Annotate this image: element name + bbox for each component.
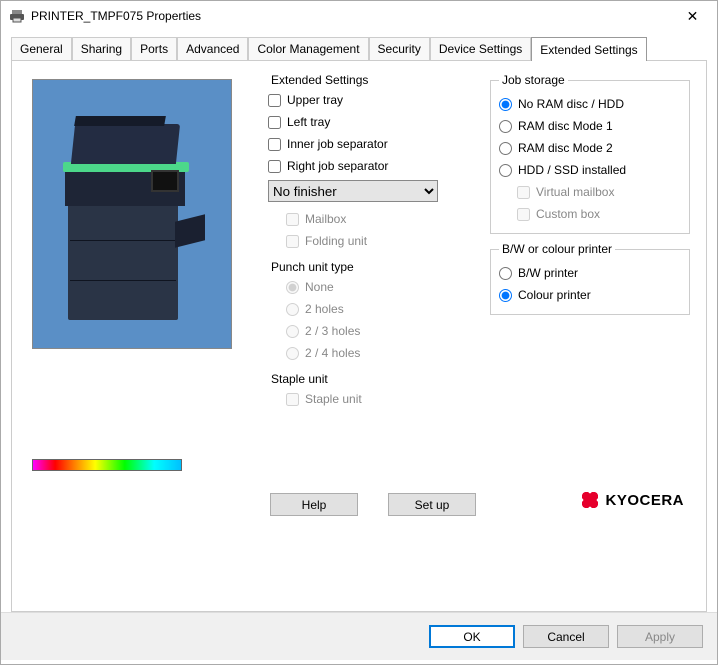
- tab-label: Sharing: [81, 42, 122, 56]
- tab-general[interactable]: General: [11, 37, 72, 60]
- kyocera-mark-icon: [581, 491, 599, 509]
- group-legend: Extended Settings: [268, 73, 371, 87]
- tab-extended-settings[interactable]: Extended Settings: [531, 37, 646, 61]
- label-staple-unit: Staple unit: [305, 392, 362, 406]
- checkbox-folding-unit: [286, 235, 299, 248]
- tab-color-management[interactable]: Color Management: [248, 37, 368, 60]
- group-extended-settings: Extended Settings Upper tray Left tray I…: [268, 73, 484, 256]
- finisher-select[interactable]: No finisher: [268, 180, 438, 202]
- label-left-tray: Left tray: [287, 115, 330, 129]
- titlebar: PRINTER_TMPF075 Properties ✕: [1, 1, 717, 31]
- window-title: PRINTER_TMPF075 Properties: [31, 9, 670, 23]
- checkbox-inner-separator[interactable]: [268, 138, 281, 151]
- button-label: Cancel: [547, 630, 584, 644]
- label-job-hdd: HDD / SSD installed: [518, 163, 626, 177]
- ok-button[interactable]: OK: [429, 625, 515, 648]
- properties-dialog: PRINTER_TMPF075 Properties ✕ General Sha…: [0, 0, 718, 665]
- radio-punch-24: [286, 347, 299, 360]
- group-staple-unit: Staple unit Staple unit: [268, 372, 484, 414]
- group-bw-colour: B/W or colour printer B/W printer Colour…: [490, 242, 690, 315]
- radio-punch-none: [286, 281, 299, 294]
- label-job-ram1: RAM disc Mode 1: [518, 119, 613, 133]
- close-icon: ✕: [687, 8, 699, 25]
- checkbox-virtual-mailbox: [517, 186, 530, 199]
- label-custom-box: Custom box: [536, 207, 600, 221]
- checkbox-upper-tray[interactable]: [268, 94, 281, 107]
- dialog-footer: OK Cancel Apply: [1, 612, 717, 660]
- radio-punch-2: [286, 303, 299, 316]
- label-right-separator: Right job separator: [287, 159, 388, 173]
- tabstrip-container: General Sharing Ports Advanced Color Man…: [1, 31, 717, 612]
- cancel-button[interactable]: Cancel: [523, 625, 609, 648]
- label-inner-separator: Inner job separator: [287, 137, 388, 151]
- tab-label: Color Management: [257, 42, 359, 56]
- apply-button[interactable]: Apply: [617, 625, 703, 648]
- label-punch-none: None: [305, 280, 334, 294]
- tab-label: Advanced: [186, 42, 239, 56]
- tab-label: Security: [378, 42, 421, 56]
- checkbox-left-tray[interactable]: [268, 116, 281, 129]
- group-legend: Job storage: [499, 73, 568, 87]
- radio-job-ram2[interactable]: [499, 142, 512, 155]
- label-punch-2: 2 holes: [305, 302, 344, 316]
- panel-buttons: Help Set up: [270, 493, 476, 516]
- label-upper-tray: Upper tray: [287, 93, 343, 107]
- label-folding-unit: Folding unit: [305, 234, 367, 248]
- tab-device-settings[interactable]: Device Settings: [430, 37, 531, 60]
- label-colour-printer: Colour printer: [518, 288, 591, 302]
- label-punch-24: 2 / 4 holes: [305, 346, 360, 360]
- tab-label: General: [20, 42, 63, 56]
- tab-sharing[interactable]: Sharing: [72, 37, 131, 60]
- button-label: Set up: [415, 498, 450, 512]
- group-legend: B/W or colour printer: [499, 242, 615, 256]
- radio-job-hdd[interactable]: [499, 164, 512, 177]
- radio-colour-printer[interactable]: [499, 289, 512, 302]
- brand-logo: KYOCERA: [581, 491, 684, 509]
- radio-job-none[interactable]: [499, 98, 512, 111]
- group-punch-unit: Punch unit type None 2 holes 2 / 3 holes…: [268, 260, 484, 368]
- close-button[interactable]: ✕: [670, 2, 715, 30]
- settings-column-1: Extended Settings Upper tray Left tray I…: [268, 73, 484, 418]
- group-legend: Punch unit type: [268, 260, 357, 274]
- setup-button[interactable]: Set up: [388, 493, 476, 516]
- button-label: Help: [302, 498, 327, 512]
- checkbox-right-separator[interactable]: [268, 160, 281, 173]
- label-mailbox: Mailbox: [305, 212, 346, 226]
- tab-label: Extended Settings: [540, 43, 637, 57]
- checkbox-staple-unit: [286, 393, 299, 406]
- label-virtual-mailbox: Virtual mailbox: [536, 185, 614, 199]
- printer-icon: [9, 8, 25, 24]
- preview-column: [32, 79, 252, 471]
- color-gradient-bar: [32, 459, 182, 471]
- tab-label: Ports: [140, 42, 168, 56]
- checkbox-custom-box: [517, 208, 530, 221]
- tab-label: Device Settings: [439, 42, 522, 56]
- radio-bw-printer[interactable]: [499, 267, 512, 280]
- printer-preview: [32, 79, 232, 349]
- brand-text: KYOCERA: [605, 492, 684, 509]
- group-legend: Staple unit: [268, 372, 331, 386]
- tab-security[interactable]: Security: [369, 37, 430, 60]
- label-bw-printer: B/W printer: [518, 266, 578, 280]
- label-job-none: No RAM disc / HDD: [518, 97, 624, 111]
- button-label: Apply: [645, 630, 675, 644]
- label-job-ram2: RAM disc Mode 2: [518, 141, 613, 155]
- radio-job-ram1[interactable]: [499, 120, 512, 133]
- tab-ports[interactable]: Ports: [131, 37, 177, 60]
- radio-punch-23: [286, 325, 299, 338]
- group-job-storage: Job storage No RAM disc / HDD RAM disc M…: [490, 73, 690, 234]
- help-button[interactable]: Help: [270, 493, 358, 516]
- settings-column-2: Job storage No RAM disc / HDD RAM disc M…: [490, 73, 690, 323]
- tabstrip: General Sharing Ports Advanced Color Man…: [11, 37, 707, 60]
- tab-advanced[interactable]: Advanced: [177, 37, 248, 60]
- checkbox-mailbox: [286, 213, 299, 226]
- label-punch-23: 2 / 3 holes: [305, 324, 360, 338]
- button-label: OK: [463, 630, 480, 644]
- tabpanel-extended-settings: Extended Settings Upper tray Left tray I…: [11, 60, 707, 612]
